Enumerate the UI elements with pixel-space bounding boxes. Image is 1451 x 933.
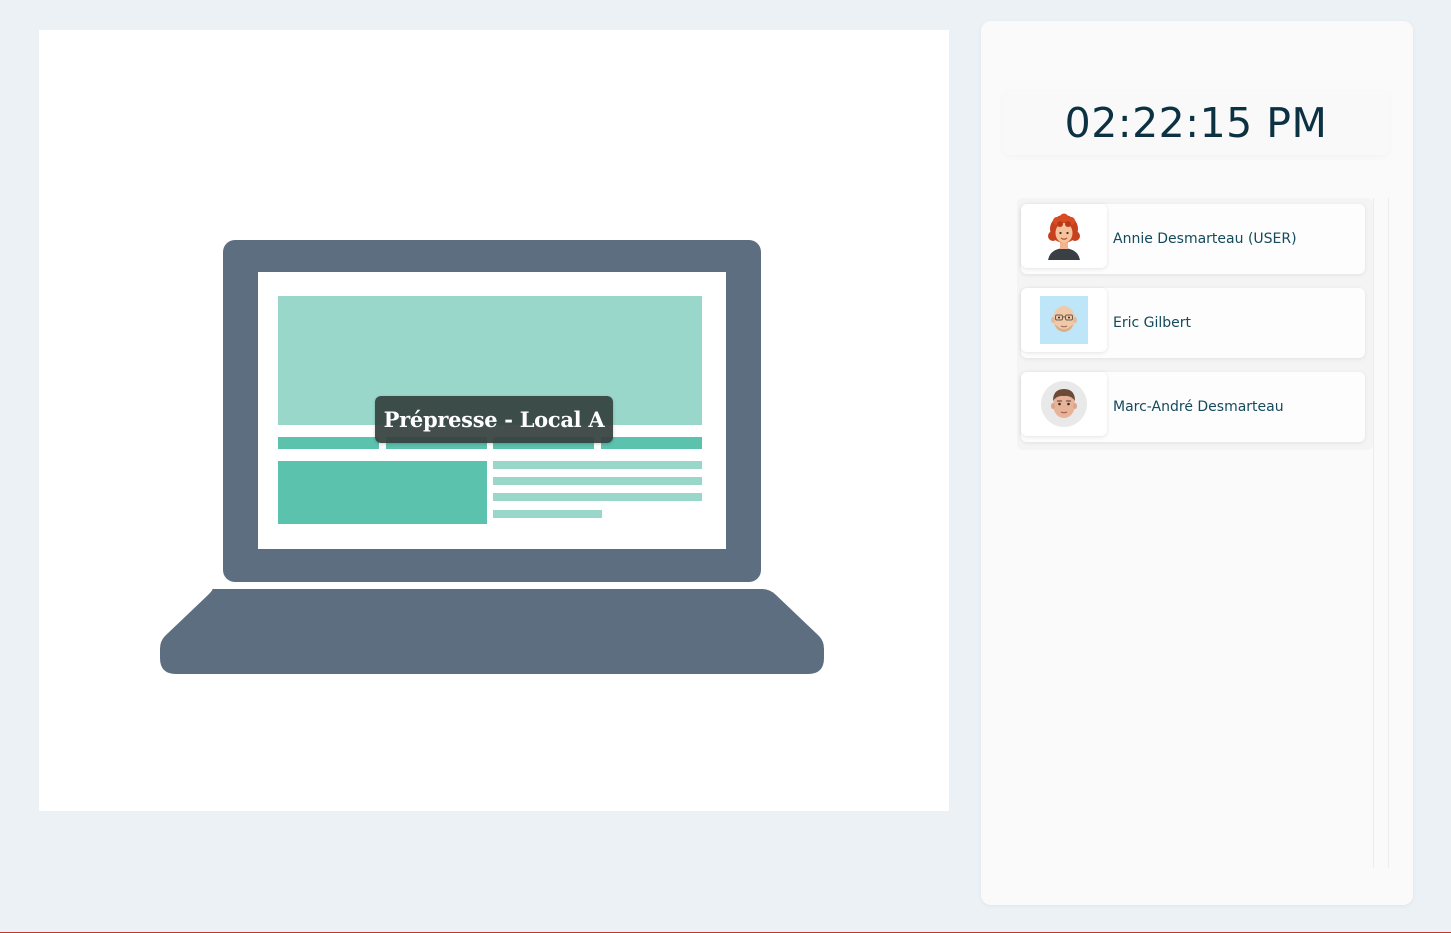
avatar bbox=[1021, 288, 1107, 352]
user-card-marc-andre-desmarteau[interactable]: Marc-André Desmarteau bbox=[1021, 372, 1365, 442]
user-card-annie-desmarteau[interactable]: Annie Desmarteau (USER) bbox=[1021, 204, 1365, 274]
avatar bbox=[1021, 204, 1107, 268]
user-name: Annie Desmarteau (USER) bbox=[1113, 231, 1297, 247]
memoji-bald-man-glasses-avatar bbox=[1040, 296, 1088, 344]
avatar bbox=[1021, 372, 1107, 436]
room-name-label: Prépresse - Local A bbox=[375, 396, 613, 443]
memoji-brown-hair-man-avatar bbox=[1041, 381, 1087, 427]
device-preview-panel: Prépresse - Local A bbox=[39, 30, 949, 811]
user-name: Marc-André Desmarteau bbox=[1113, 399, 1284, 415]
user-list[interactable]: Annie Desmarteau (USER) Eric Gilbert Mar… bbox=[1017, 198, 1374, 868]
user-card-eric-gilbert[interactable]: Eric Gilbert bbox=[1021, 288, 1365, 358]
scrollbar[interactable] bbox=[1388, 198, 1389, 868]
user-name: Eric Gilbert bbox=[1113, 315, 1192, 331]
clock-time: 02:22:15 PM bbox=[1064, 99, 1328, 147]
side-panel: 02:22:15 PM Annie Desmarteau (USER) Eric… bbox=[981, 21, 1413, 905]
memoji-red-curly-hair-woman-avatar bbox=[1048, 213, 1080, 260]
user-list-items: Annie Desmarteau (USER) Eric Gilbert Mar… bbox=[1017, 198, 1373, 450]
clock-card: 02:22:15 PM bbox=[1003, 91, 1389, 155]
